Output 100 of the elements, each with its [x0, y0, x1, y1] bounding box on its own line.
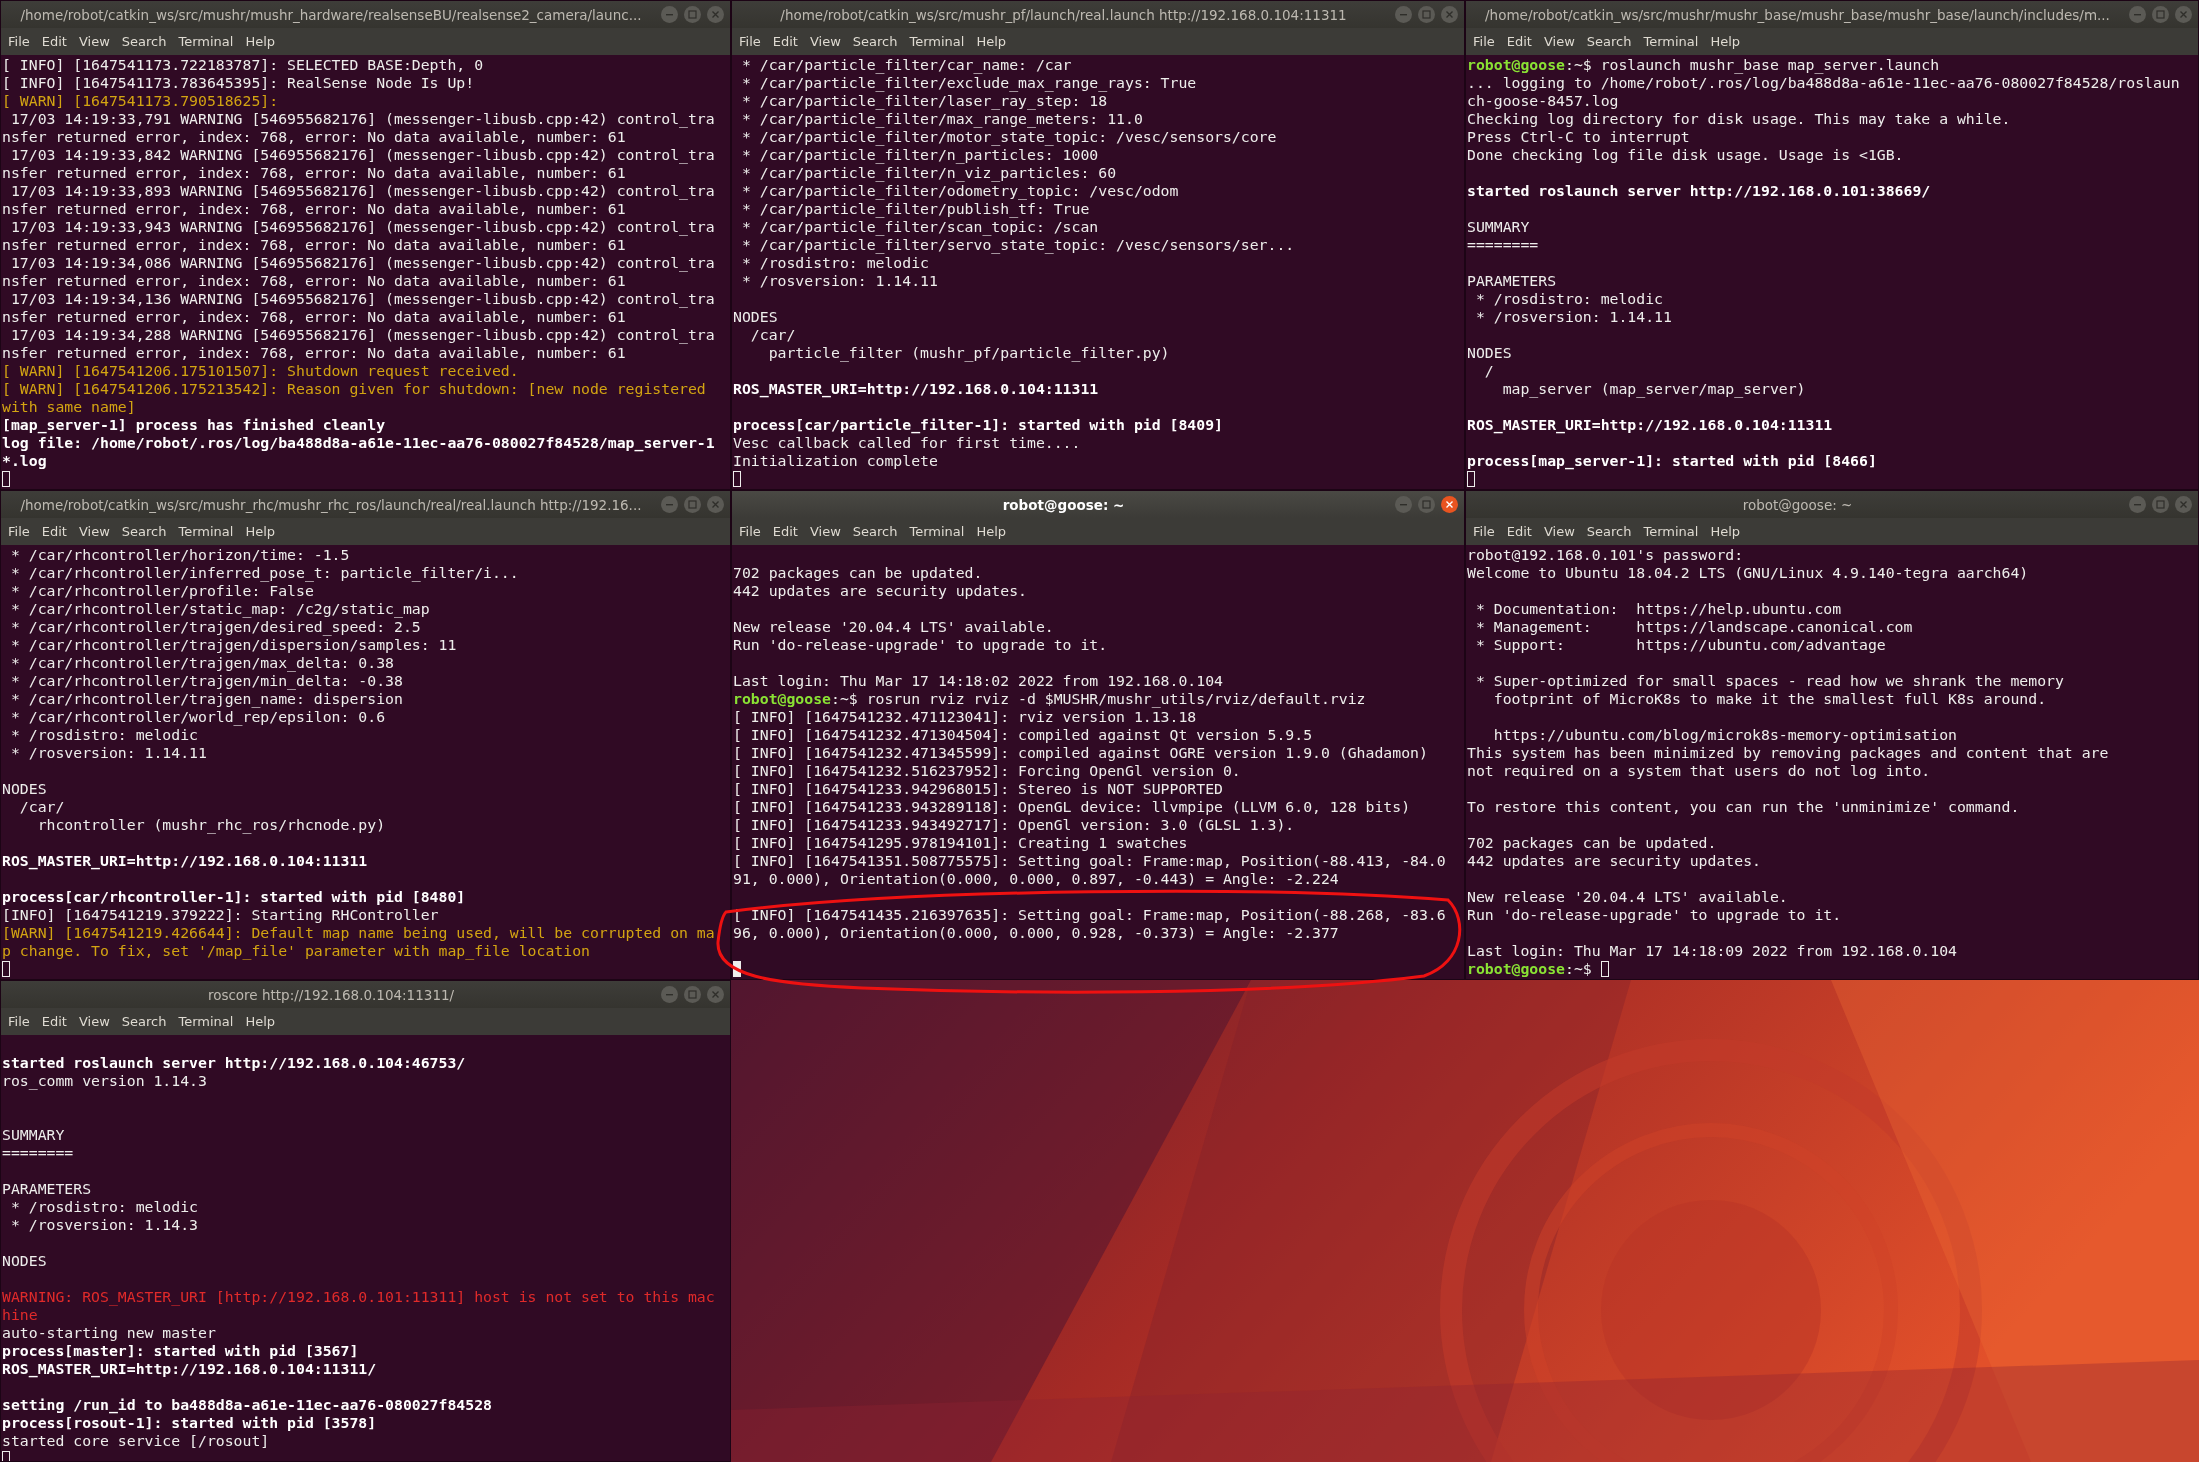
- terminal-line: * /rosdistro: melodic: [1474, 290, 1664, 308]
- menu-item[interactable]: Terminal: [173, 32, 239, 51]
- terminal-line: To restore this content, you can run the 'unminimize' command.: [1467, 798, 2021, 816]
- menu-item[interactable]: File: [1468, 522, 1500, 541]
- menu-item[interactable]: View: [804, 32, 846, 51]
- menu-item[interactable]: File: [3, 1012, 35, 1031]
- menu-item[interactable]: Search: [116, 32, 172, 51]
- menu-item[interactable]: Help: [971, 32, 1012, 51]
- menu-item[interactable]: Edit: [767, 522, 803, 541]
- minimize-icon[interactable]: [1395, 496, 1412, 513]
- terminal-line: 17/03 14:19:33,893 WARNING [546955682176] (messenger-libusb.cpp:42) control_tra: [9, 182, 716, 200]
- menu-item[interactable]: View: [73, 522, 115, 541]
- terminal-line: https://ubuntu.com/blog/microk8s-memory-optimisation: [1492, 726, 1958, 744]
- minimize-icon[interactable]: [661, 496, 678, 513]
- terminal-line: * /rosversion: 1.14.3: [9, 1216, 199, 1234]
- maximize-icon[interactable]: [2152, 496, 2169, 513]
- menu-item[interactable]: Edit: [36, 1012, 72, 1031]
- terminal-line: NODES: [733, 308, 779, 326]
- menu-item[interactable]: Search: [847, 32, 903, 51]
- terminal-line: Last login: Thu Mar 17 14:18:09 2022 from 192.168.0.104: [1467, 942, 1958, 960]
- menu-item[interactable]: Terminal: [1638, 522, 1704, 541]
- menu-item[interactable]: Search: [116, 522, 172, 541]
- menu-item[interactable]: Edit: [1501, 522, 1537, 541]
- maximize-icon[interactable]: [684, 986, 701, 1003]
- terminal-line: NODES: [2, 1252, 48, 1270]
- menu-item[interactable]: Edit: [36, 32, 72, 51]
- terminal-line: *.log: [2, 452, 48, 470]
- minimize-icon[interactable]: [2129, 496, 2146, 513]
- menu-item[interactable]: Search: [1581, 32, 1637, 51]
- maximize-icon[interactable]: [2152, 6, 2169, 23]
- menu-item[interactable]: Edit: [767, 32, 803, 51]
- menu-item[interactable]: Help: [1705, 522, 1746, 541]
- menu-item[interactable]: Help: [240, 522, 281, 541]
- terminal-line: * /car/rhcontroller/trajgen/min_delta: -0.38: [9, 672, 404, 690]
- maximize-icon[interactable]: [1418, 6, 1435, 23]
- menu-item[interactable]: Terminal: [173, 1012, 239, 1031]
- terminal-line: * /car/particle_filter/n_viz_particles: 60: [740, 164, 1118, 182]
- menu-item[interactable]: File: [734, 522, 766, 541]
- menu-item[interactable]: Edit: [1501, 32, 1537, 51]
- menu-item[interactable]: Terminal: [173, 522, 239, 541]
- maximize-icon[interactable]: [684, 6, 701, 23]
- maximize-icon[interactable]: [1418, 496, 1435, 513]
- terminal-line: ========: [1467, 236, 1540, 254]
- terminal-line: ROS_MASTER_URI=http://192.168.0.104:11311: [733, 380, 1100, 398]
- menu-item[interactable]: View: [73, 1012, 115, 1031]
- minimize-icon[interactable]: [1395, 6, 1412, 23]
- menu-item[interactable]: View: [1538, 32, 1580, 51]
- terminal-line: * Super-optimized for small spaces - read how we shrank the memory: [1474, 672, 2065, 690]
- menu-item[interactable]: View: [73, 32, 115, 51]
- terminal-line: nsfer returned error, index: 768, error: No data available, number: 61: [2, 344, 627, 362]
- maximize-icon[interactable]: [684, 496, 701, 513]
- terminal-line: * /car/particle_filter/publish_tf: True: [740, 200, 1091, 218]
- terminal-line: NODES: [1467, 344, 1513, 362]
- terminal-line: ch-goose-8457.log: [1467, 92, 1620, 110]
- terminal-line: 17/03 14:19:34,136 WARNING [546955682176] (messenger-libusb.cpp:42) control_tra: [9, 290, 716, 308]
- menu-item[interactable]: View: [804, 522, 846, 541]
- menu-item[interactable]: Terminal: [904, 32, 970, 51]
- menu-item[interactable]: View: [1538, 522, 1580, 541]
- terminal-line: /car/: [18, 798, 66, 816]
- terminal-line: setting /run_id to ba488d8a-a61e-11ec-aa76-080027f84528: [2, 1396, 493, 1414]
- menu-item[interactable]: Search: [847, 522, 903, 541]
- terminal-line: nsfer returned error, index: 768, error: No data available, number: 61: [2, 164, 627, 182]
- menu-item[interactable]: File: [3, 522, 35, 541]
- terminal-line: * /car/rhcontroller/horizon/time: -1.5: [9, 546, 351, 564]
- close-icon[interactable]: [1441, 496, 1458, 513]
- terminal-line: [ INFO] [1647541232.471345599]: compiled against OGRE version 1.9.0 (Ghadamon): [733, 744, 1429, 762]
- menu-item[interactable]: File: [1468, 32, 1500, 51]
- menu-item[interactable]: Edit: [36, 522, 72, 541]
- terminal-line: process[rosout-1]: started with pid [3578]: [2, 1414, 378, 1432]
- terminal-line: PARAMETERS: [2, 1180, 93, 1198]
- terminal-line: started core service [/rosout]: [2, 1432, 271, 1450]
- menu-item[interactable]: Search: [1581, 522, 1637, 541]
- menu-item[interactable]: Help: [971, 522, 1012, 541]
- terminal-line: nsfer returned error, index: 768, error: No data available, number: 61: [2, 272, 627, 290]
- terminal-line: [ INFO] [1647541232.516237952]: Forcing OpenGl version 0.: [733, 762, 1242, 780]
- terminal-line: * /rosdistro: melodic: [9, 726, 199, 744]
- terminal-line: 442 updates are security updates.: [733, 582, 1028, 600]
- menu-item[interactable]: File: [734, 32, 766, 51]
- menu-item[interactable]: Help: [1705, 32, 1746, 51]
- terminal-line: auto-starting new master: [2, 1324, 217, 1342]
- terminal-line: ROS_MASTER_URI=http://192.168.0.104:11311/: [2, 1360, 378, 1378]
- terminal-line: robot@goose:~$ roslaunch mushr_base map_server.launch: [1467, 56, 1941, 74]
- menu-item[interactable]: Help: [240, 1012, 281, 1031]
- menu-item[interactable]: Search: [116, 1012, 172, 1031]
- terminal-line: * Documentation: https://help.ubuntu.com: [1474, 600, 1843, 618]
- menu-item[interactable]: File: [3, 32, 35, 51]
- menu-item[interactable]: Terminal: [904, 522, 970, 541]
- terminal-line: * Support: https://ubuntu.com/advantage: [1474, 636, 1887, 654]
- terminal-line: [ INFO] [1647541233.942968015]: Stereo is NOT SUPPORTED: [733, 780, 1224, 798]
- menu-item[interactable]: Terminal: [1638, 32, 1704, 51]
- terminal-line: nsfer returned error, index: 768, error: No data available, number: 61: [2, 200, 627, 218]
- minimize-icon[interactable]: [661, 6, 678, 23]
- terminal-line: * /car/rhcontroller/static_map: /c2g/static_map: [9, 600, 431, 618]
- terminal-line: hine: [2, 1306, 39, 1324]
- terminal-line: * /car/particle_filter/motor_state_topic: /vesc/sensors/core: [740, 128, 1278, 146]
- minimize-icon[interactable]: [2129, 6, 2146, 23]
- terminal-line: /: [1483, 362, 1495, 380]
- terminal-line: [ WARN] [1647541206.175213542]: Reason given for shutdown: [new node registered: [2, 380, 707, 398]
- minimize-icon[interactable]: [661, 986, 678, 1003]
- menu-item[interactable]: Help: [240, 32, 281, 51]
